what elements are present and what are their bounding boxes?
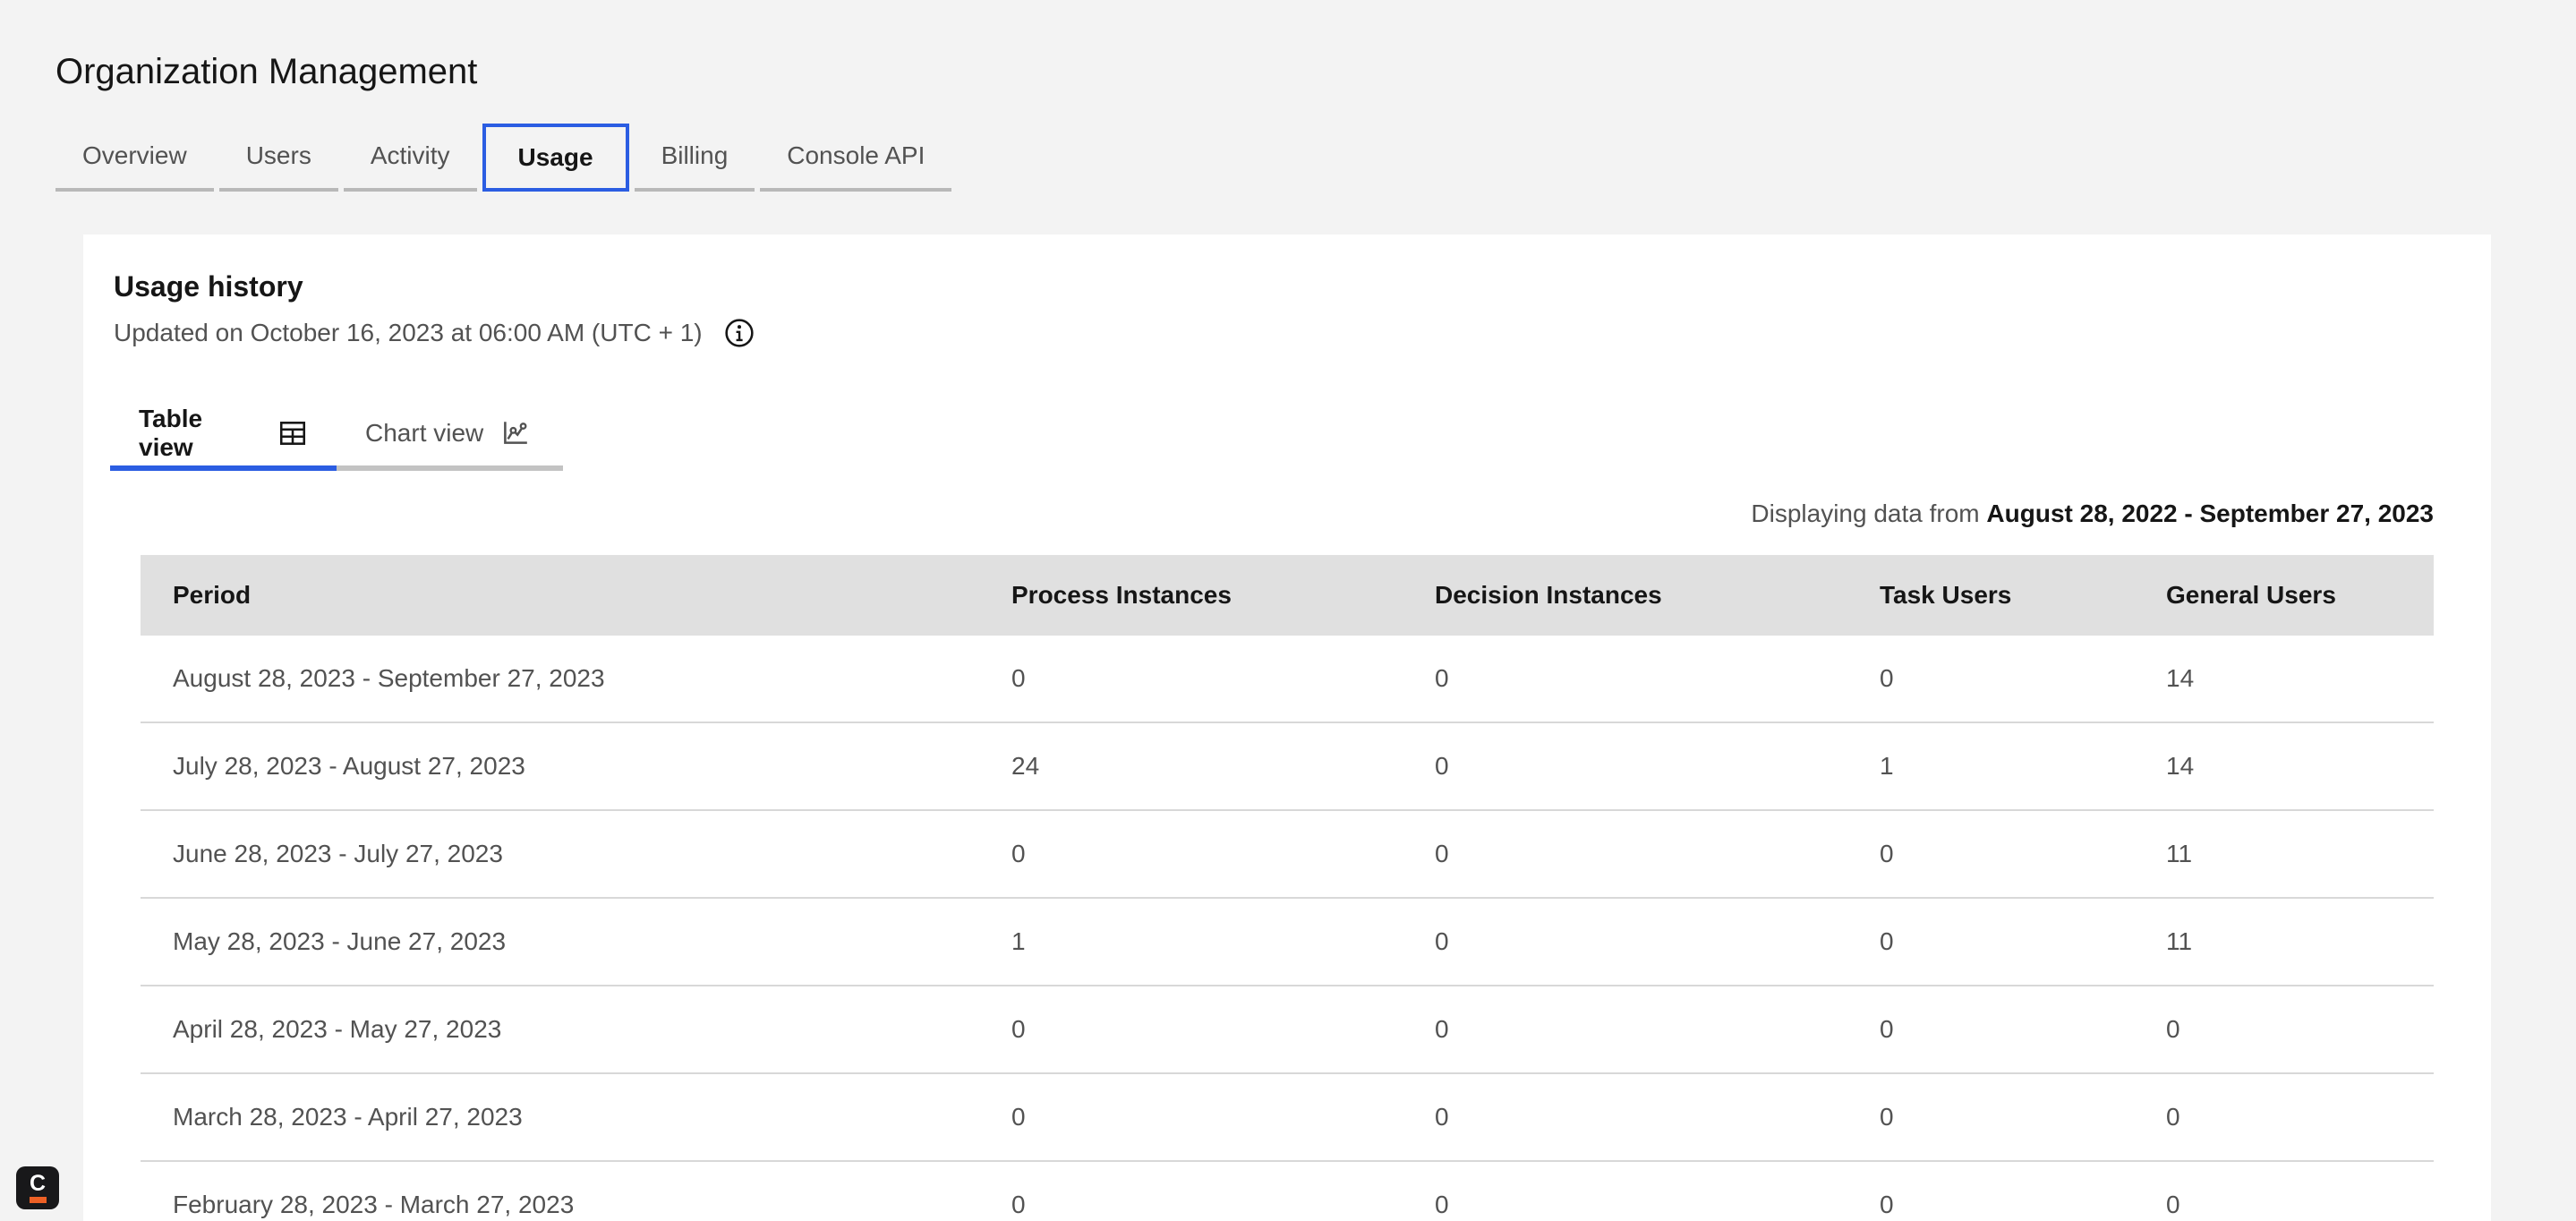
table-row: May 28, 2023 - June 27, 2023 1 0 0 11 xyxy=(141,898,2434,986)
cell-general-users: 11 xyxy=(2134,898,2434,986)
table-row: July 28, 2023 - August 27, 2023 24 0 1 14 xyxy=(141,722,2434,811)
cell-decision-instances: 0 xyxy=(1403,810,1847,899)
page: Organization Management Overview Users A… xyxy=(0,0,2576,1221)
usage-history-heading: Usage history xyxy=(114,270,303,303)
cell-period: July 28, 2023 - August 27, 2023 xyxy=(141,722,979,811)
chart-line-icon xyxy=(499,418,530,448)
tab-console-api-label: Console API xyxy=(787,141,925,169)
table-row: June 28, 2023 - July 27, 2023 0 0 0 11 xyxy=(141,810,2434,899)
view-tab-chart-label: Chart view xyxy=(365,419,484,447)
column-header-process-instances: Process Instances xyxy=(979,555,1403,636)
cell-task-users: 1 xyxy=(1847,722,2134,811)
cell-period: May 28, 2023 - June 27, 2023 xyxy=(141,898,979,986)
table-row: August 28, 2023 - September 27, 2023 0 0 0 1… xyxy=(141,636,2434,723)
cell-decision-instances: 0 xyxy=(1403,722,1847,811)
tab-activity-label: Activity xyxy=(370,141,450,169)
table-area: Displaying data from August 28, 2022 - S… xyxy=(83,498,2491,1221)
view-tab-chart[interactable]: Chart view xyxy=(337,401,563,471)
cell-decision-instances: 0 xyxy=(1403,986,1847,1074)
cell-task-users: 0 xyxy=(1847,1073,2134,1162)
cell-general-users: 11 xyxy=(2134,810,2434,899)
view-tab-table-label: Table view xyxy=(139,405,203,461)
usage-table: Period Process Instances Decision Instan… xyxy=(141,555,2434,1221)
updated-text: Updated on October 16, 2023 at 06:00 AM … xyxy=(114,319,703,346)
column-header-period: Period xyxy=(141,555,979,636)
cell-task-users: 0 xyxy=(1847,636,2134,723)
usage-history-card: Usage history Updated on October 16, 202… xyxy=(83,235,2491,1221)
cell-decision-instances: 0 xyxy=(1403,1073,1847,1162)
view-tabs: Table view Chart view xyxy=(83,401,2491,471)
tab-console-api[interactable]: Console API xyxy=(760,124,952,192)
cell-process-instances: 0 xyxy=(979,986,1403,1074)
cell-decision-instances: 0 xyxy=(1403,898,1847,986)
usage-table-header: Period Process Instances Decision Instan… xyxy=(141,555,2434,636)
table-row: February 28, 2023 - March 27, 2023 0 0 0 0 xyxy=(141,1161,2434,1221)
tab-overview-label: Overview xyxy=(82,141,187,169)
displaying-data-line: Displaying data from August 28, 2022 - S… xyxy=(141,498,2434,530)
updated-line: Updated on October 16, 2023 at 06:00 AM … xyxy=(114,317,2434,349)
tab-activity[interactable]: Activity xyxy=(343,124,477,192)
usage-table-body: August 28, 2023 - September 27, 2023 0 0 0 1… xyxy=(141,636,2434,1221)
cell-process-instances: 0 xyxy=(979,636,1403,723)
cell-task-users: 0 xyxy=(1847,986,2134,1074)
cell-decision-instances: 0 xyxy=(1403,636,1847,723)
cell-process-instances: 0 xyxy=(979,1073,1403,1162)
cell-decision-instances: 0 xyxy=(1403,1161,1847,1221)
tab-users-label: Users xyxy=(245,141,311,169)
cell-process-instances: 0 xyxy=(979,810,1403,899)
table-row: April 28, 2023 - May 27, 2023 0 0 0 0 xyxy=(141,986,2434,1074)
cell-period: June 28, 2023 - July 27, 2023 xyxy=(141,810,979,899)
view-tab-table[interactable]: Table view xyxy=(110,401,337,471)
cell-process-instances: 24 xyxy=(979,722,1403,811)
page-tabs: Overview Users Activity Usage Billing Co… xyxy=(55,124,2576,192)
column-header-task-users: Task Users xyxy=(1847,555,2134,636)
camunda-logo-accent-bar xyxy=(29,1197,47,1203)
cell-general-users: 0 xyxy=(2134,1161,2434,1221)
table-row: March 28, 2023 - April 27, 2023 0 0 0 0 xyxy=(141,1073,2434,1162)
tab-billing[interactable]: Billing xyxy=(634,124,755,192)
info-icon-svg xyxy=(724,319,754,347)
page-title: Organization Management xyxy=(55,52,478,91)
cell-period: April 28, 2023 - May 27, 2023 xyxy=(141,986,979,1074)
cell-task-users: 0 xyxy=(1847,898,2134,986)
cell-general-users: 14 xyxy=(2134,636,2434,723)
cell-process-instances: 1 xyxy=(979,898,1403,986)
cell-period: February 28, 2023 - March 27, 2023 xyxy=(141,1161,979,1221)
tab-usage-label: Usage xyxy=(517,143,593,171)
camunda-logo-letter: C xyxy=(29,1171,47,1196)
tab-users[interactable]: Users xyxy=(218,124,338,192)
cell-task-users: 0 xyxy=(1847,810,2134,899)
cell-process-instances: 0 xyxy=(979,1161,1403,1221)
tab-billing-label: Billing xyxy=(661,141,729,169)
column-header-general-users: General Users xyxy=(2134,555,2434,636)
cell-task-users: 0 xyxy=(1847,1161,2134,1221)
cell-general-users: 14 xyxy=(2134,722,2434,811)
cell-general-users: 0 xyxy=(2134,1073,2434,1162)
info-icon[interactable] xyxy=(724,318,755,348)
displaying-prefix: Displaying data from xyxy=(1751,500,1980,527)
camunda-logo-badge[interactable]: C xyxy=(16,1166,59,1209)
column-header-decision-instances: Decision Instances xyxy=(1403,555,1847,636)
table-icon xyxy=(277,418,308,448)
usage-history-header: Usage history Updated on October 16, 202… xyxy=(83,235,2491,349)
tab-usage[interactable]: Usage xyxy=(482,124,629,192)
cell-general-users: 0 xyxy=(2134,986,2434,1074)
cell-period: August 28, 2023 - September 27, 2023 xyxy=(141,636,979,723)
displaying-range: August 28, 2022 - September 27, 2023 xyxy=(1986,500,2434,527)
tab-overview[interactable]: Overview xyxy=(55,124,214,192)
cell-period: March 28, 2023 - April 27, 2023 xyxy=(141,1073,979,1162)
